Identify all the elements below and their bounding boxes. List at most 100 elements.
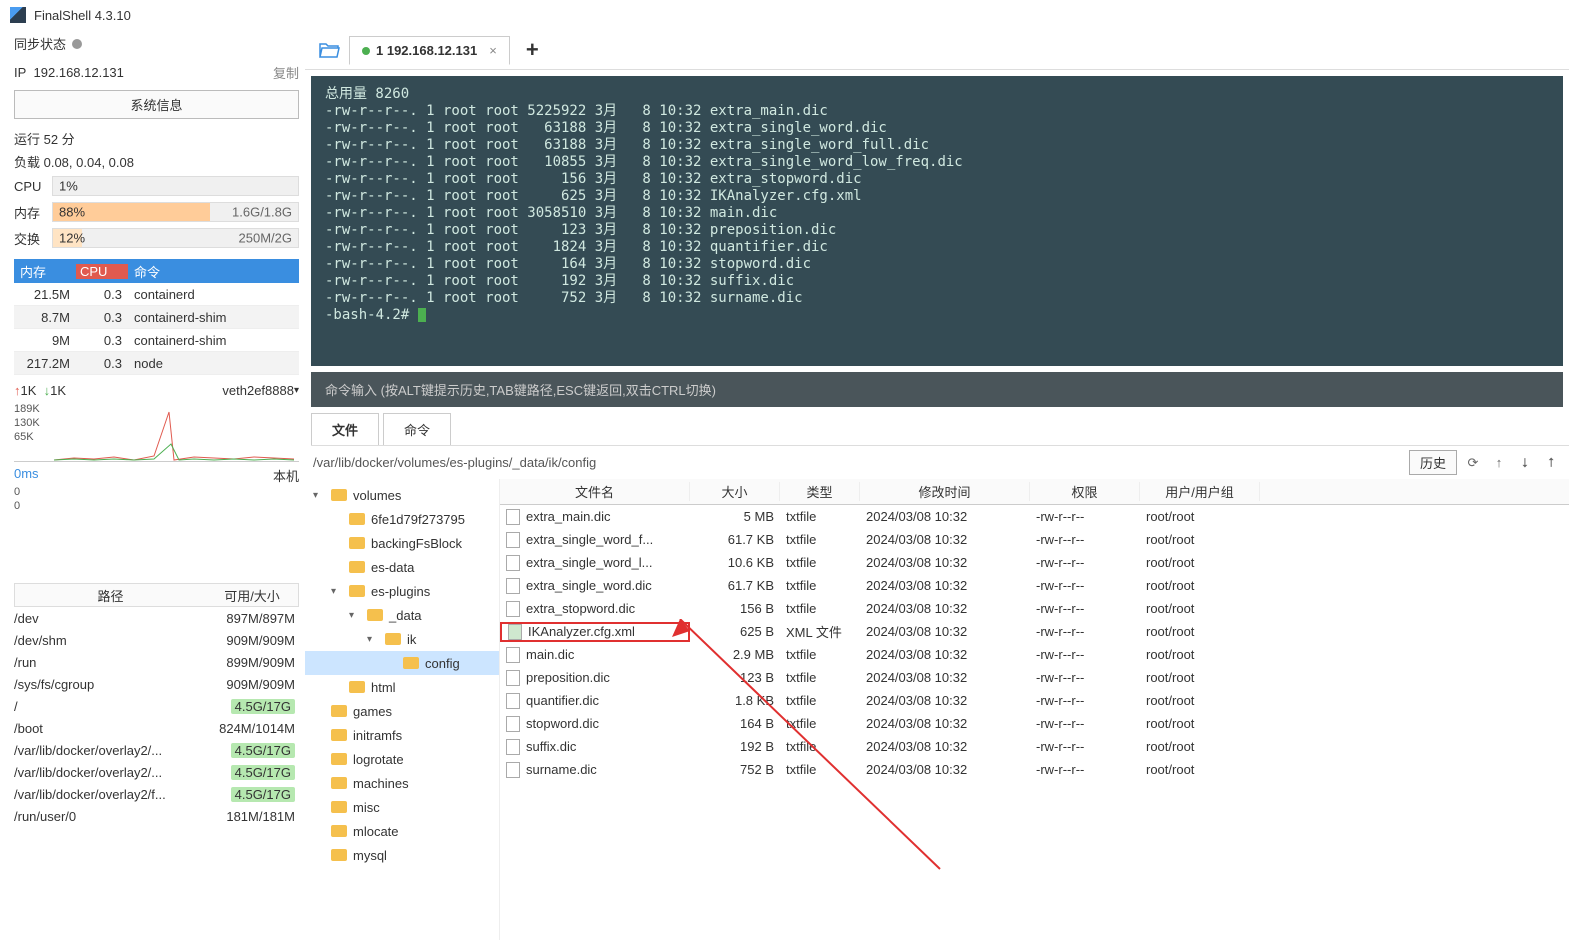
app-icon [10,7,26,23]
folder-icon [331,729,347,741]
file-row[interactable]: stopword.dic164 Btxtfile2024/03/08 10:32… [500,712,1569,735]
file-row[interactable]: preposition.dic123 Btxtfile2024/03/08 10… [500,666,1569,689]
tree-item[interactable]: ▾es-plugins [305,579,499,603]
disk-row[interactable]: /dev/shm909M/909M [14,629,299,651]
net-down: 1K [50,383,66,398]
disk-row[interactable]: /run899M/909M [14,651,299,673]
process-row[interactable]: 9M0.3containerd-shim [14,329,299,352]
swap-bar: 12% 250M/2G [52,228,299,248]
tree-item[interactable]: ▾volumes [305,483,499,507]
file-icon [506,555,520,571]
latency-host[interactable]: 本机 [273,466,299,485]
app-title: FinalShell 4.3.10 [34,8,131,23]
file-row[interactable]: suffix.dic192 Btxtfile2024/03/08 10:32-r… [500,735,1569,758]
file-row[interactable]: surname.dic752 Btxtfile2024/03/08 10:32-… [500,758,1569,781]
terminal-tab-bar: 1 192.168.12.131 × + [305,30,1569,70]
current-path[interactable]: /var/lib/docker/volumes/es-plugins/_data… [313,455,1403,470]
file-table-header: 文件名 大小 类型 修改时间 权限 用户/用户组 [500,479,1569,505]
status-dot-icon [362,47,370,55]
cpu-label: CPU [14,179,52,194]
disk-row[interactable]: /var/lib/docker/overlay2/...4.5G/17G [14,739,299,761]
disk-row[interactable]: /var/lib/docker/overlay2/f...4.5G/17G [14,783,299,805]
tab-commands[interactable]: 命令 [383,413,451,445]
tree-item[interactable]: machines [305,771,499,795]
history-button[interactable]: 历史 [1409,450,1457,475]
disk-row[interactable]: /run/user/0181M/181M [14,805,299,827]
up-dir-icon[interactable]: ↑ [1489,453,1509,473]
tree-item[interactable]: 6fe1d79f273795 [305,507,499,531]
cpu-bar: 1% [52,176,299,196]
mem-bar: 88% 1.6G/1.8G [52,202,299,222]
tree-item[interactable]: games [305,699,499,723]
tab-files[interactable]: 文件 [311,413,379,445]
network-graph: 189K130K65K [14,402,299,462]
file-icon [506,670,520,686]
process-table-header: 内存 CPU 命令 [14,259,299,283]
tree-item[interactable]: ▾ik [305,627,499,651]
file-icon [506,601,520,617]
file-row[interactable]: extra_main.dic5 MBtxtfile2024/03/08 10:3… [500,505,1569,528]
disk-row[interactable]: /dev897M/897M [14,607,299,629]
disk-row[interactable]: /4.5G/17G [14,695,299,717]
file-icon [506,693,520,709]
tree-item[interactable]: ▾_data [305,603,499,627]
sync-status-dot [72,39,82,49]
tree-item[interactable]: misc [305,795,499,819]
disk-row[interactable]: /boot824M/1014M [14,717,299,739]
system-info-button[interactable]: 系统信息 [14,90,299,119]
process-row[interactable]: 21.5M0.3containerd [14,283,299,306]
mem-label: 内存 [14,203,52,222]
folder-icon [331,801,347,813]
folder-icon [349,585,365,597]
close-icon[interactable]: × [489,43,497,58]
ip-value: 192.168.12.131 [34,65,124,80]
folder-icon [331,849,347,861]
tree-item[interactable]: es-data [305,555,499,579]
tree-item[interactable]: config [305,651,499,675]
file-row[interactable]: main.dic2.9 MBtxtfile2024/03/08 10:32-rw… [500,643,1569,666]
disk-row[interactable]: /sys/fs/cgroup909M/909M [14,673,299,695]
swap-val: 250M/2G [239,231,292,246]
terminal-tab[interactable]: 1 192.168.12.131 × [349,36,510,65]
disk-table-header: 路径 可用/大小 [14,583,299,607]
copy-button[interactable]: 复制 [273,63,299,82]
tree-item[interactable]: mlocate [305,819,499,843]
file-icon [506,509,520,525]
folder-tree[interactable]: ▾volumes6fe1d79f273795backingFsBlockes-d… [305,479,500,940]
file-row[interactable]: extra_single_word_f...61.7 KBtxtfile2024… [500,528,1569,551]
folder-icon [331,753,347,765]
folder-icon [331,489,347,501]
add-tab-button[interactable]: + [526,37,539,63]
title-bar: FinalShell 4.3.10 [0,0,1569,30]
file-row[interactable]: quantifier.dic1.8 KBtxtfile2024/03/08 10… [500,689,1569,712]
terminal-output[interactable]: 总用量 8260 -rw-r--r--. 1 root root 5225922… [311,76,1563,366]
process-row[interactable]: 8.7M0.3containerd-shim [14,306,299,329]
download-icon[interactable]: ⭣ [1515,453,1535,473]
file-row[interactable]: extra_single_word.dic61.7 KBtxtfile2024/… [500,574,1569,597]
file-icon [506,716,520,732]
folder-icon [349,537,365,549]
file-row[interactable]: extra_stopword.dic156 Btxtfile2024/03/08… [500,597,1569,620]
refresh-icon[interactable]: ⟳ [1463,453,1483,473]
folder-icon [331,825,347,837]
tree-item[interactable]: initramfs [305,723,499,747]
tree-item[interactable]: html [305,675,499,699]
bottom-tab-bar: 文件 命令 [311,413,1569,446]
file-row[interactable]: extra_single_word_l...10.6 KBtxtfile2024… [500,551,1569,574]
command-input[interactable]: 命令输入 (按ALT键提示历史,TAB键路径,ESC键返回,双击CTRL切换) [311,372,1563,407]
open-folder-icon[interactable] [315,38,343,62]
net-up: 1K [21,383,37,398]
disk-row[interactable]: /var/lib/docker/overlay2/...4.5G/17G [14,761,299,783]
mem-pct: 88% [59,205,85,220]
net-interface-selector[interactable]: veth2ef8888 ▾ [222,383,299,398]
folder-icon [331,777,347,789]
tree-item[interactable]: logrotate [305,747,499,771]
swap-label: 交换 [14,229,52,248]
process-row[interactable]: 217.2M0.3node [14,352,299,375]
tree-item[interactable]: backingFsBlock [305,531,499,555]
file-row[interactable]: IKAnalyzer.cfg.xml625 BXML 文件2024/03/08 … [500,620,1569,643]
file-icon [506,762,520,778]
file-icon [506,578,520,594]
upload-icon[interactable]: ⭡ [1541,453,1561,473]
tree-item[interactable]: mysql [305,843,499,867]
